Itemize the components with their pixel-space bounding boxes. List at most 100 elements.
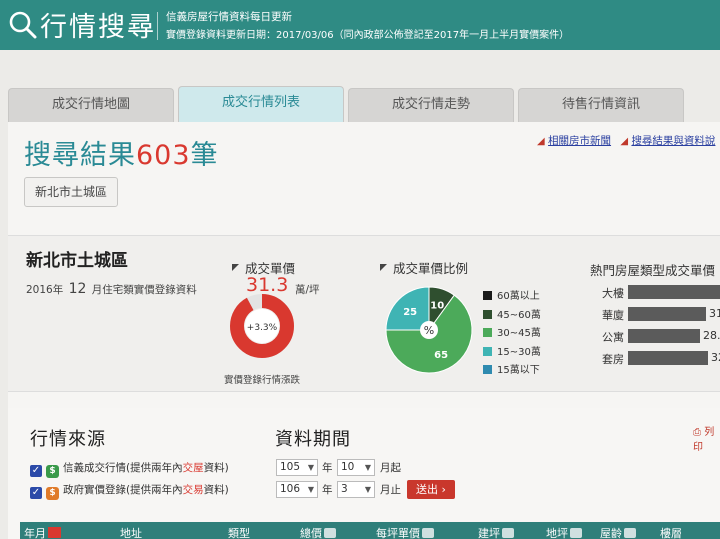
legend-label: 45~60萬 [497,309,541,321]
year-label: 年 [322,462,333,474]
bar-category-label: 華廈 [602,309,624,322]
sort-icon[interactable] [570,528,582,538]
bar-row: 公寓 28.9 [596,327,720,345]
start-year-value: 105 [280,461,301,473]
sort-icon[interactable] [324,528,336,538]
start-year-select[interactable]: 105 ▼ [276,459,318,476]
start-suffix: 月起 [380,462,401,474]
th-type: 類型 [228,527,250,539]
chevron-right-icon: › [441,483,446,496]
dollar-icon: $ [46,487,59,500]
tab-map[interactable]: 成交行情地圖 [8,88,174,122]
period-suffix: 月住宅類實價登錄資料 [91,284,197,296]
tab-for-sale[interactable]: 待售行情資訊 [518,88,684,122]
ratio-label: 成交單價比例 [380,258,468,277]
bar-value-label: 31 [709,307,720,320]
source-gov-highlight: 交易 [182,484,204,496]
pin-icon: ◢ [620,136,629,147]
submit-button[interactable]: 送出 › [407,480,455,499]
source-sinyi[interactable]: ✓ $ 信義成交行情(提供兩年內交屋資料) [30,460,229,478]
start-month-select[interactable]: 10 ▼ [337,459,375,476]
hot-types-title: 熱門房屋類型成交單價 [590,263,716,278]
region-period: 2016年 12 月住宅類實價登錄資料 [26,281,197,297]
dollar-icon: $ [46,465,59,478]
search-icon[interactable] [8,10,38,40]
sort-icon[interactable] [624,528,636,538]
region-title: 新北市土城區 [26,251,128,271]
legend-swatch [483,291,492,300]
pie-legend: 60萬以上 45~60萬 30~45萬 15~30萬 15萬以下 [483,287,541,380]
checkbox-checked-icon[interactable]: ✓ [30,465,42,477]
pie-slice-label: 25 [403,307,417,318]
bar [628,307,706,321]
triangle-icon [232,264,239,271]
source-sinyi-highlight: 交屋 [182,462,204,474]
price-unit: 萬/坪 [295,284,320,296]
th-unit-price-label: 每坪單價 [376,527,420,539]
sort-icon[interactable] [422,528,434,538]
news-link[interactable]: 相關房市新聞 [548,135,611,147]
bar [628,351,708,365]
ratio-label-text: 成交單價比例 [393,261,469,276]
region-filter-chip[interactable]: 新北市土城區 [24,177,118,207]
period-title: 資料期間 [275,429,351,450]
legend-label: 15萬以下 [497,365,540,376]
th-building-area[interactable]: 建坪 [478,525,514,539]
checkbox-checked-icon[interactable]: ✓ [30,487,42,499]
chevron-down-icon: ▼ [364,463,371,472]
th-month[interactable]: 年月 [24,525,61,539]
pin-icon: ◢ [537,136,545,147]
end-month-select[interactable]: 3 ▼ [337,481,375,498]
bar-category-label: 套房 [602,353,624,366]
th-total[interactable]: 總價 [300,525,336,539]
sort-icon[interactable] [502,528,514,538]
start-month-value: 10 [341,461,355,473]
tab-list[interactable]: 成交行情列表 [178,86,344,122]
legend-label: 30~45萬 [497,328,541,339]
result-count: 603 [136,140,191,171]
th-age-label: 屋齡 [600,527,622,539]
price-change-donut: +3.3% [230,294,294,358]
update-date-note: 實價登錄資料更新日期：2017/03/06（同內政部公佈登記至2017年一月上半… [166,30,570,41]
th-building-area-label: 建坪 [478,527,500,539]
bar-value-label: 32 [711,351,720,364]
tab-trend[interactable]: 成交行情走勢 [348,88,514,122]
source-gov[interactable]: ✓ $ 政府實價登錄(提供兩年內交易資料) [30,482,229,500]
update-note: 信義房屋行情資料每日更新 [166,11,292,23]
source-gov-label: 政府實價登錄(提供兩年內 [63,484,183,496]
end-month-value: 3 [341,483,348,495]
sort-desc-icon[interactable] [48,527,61,538]
print-link[interactable]: ⎙ 列印 [693,423,720,453]
result-heading: 搜尋結果603筆 [24,133,219,172]
legend-item: 15萬以下 [483,361,541,380]
pie-slice-label: 10 [430,301,444,312]
submit-label: 送出 [416,483,439,496]
th-land-area-label: 地坪 [546,527,568,539]
page-title: 行情搜尋 [40,12,156,43]
th-land-area[interactable]: 地坪 [546,525,582,539]
th-floor: 樓層 [660,527,682,539]
legend-label: 15~30萬 [497,346,541,358]
legend-item: 45~60萬 [483,306,541,325]
chevron-down-icon: ▼ [307,485,314,494]
source-sinyi-suffix: 資料) [203,462,229,474]
legend-swatch [483,346,492,356]
change-caption: 實價登錄行情漲跌 [224,375,301,386]
legend-item: 60萬以上 [483,287,541,306]
th-address: 地址 [120,527,142,539]
source-gov-suffix: 資料) [203,484,229,496]
related-links: ◢ 相關房市新聞 ◢ 搜尋結果與資料說 [537,133,720,148]
end-year-select[interactable]: 106 ▼ [276,481,318,498]
bar-category-label: 大樓 [602,287,624,300]
legend-swatch [483,328,492,337]
legend-swatch [483,309,492,319]
th-age[interactable]: 屋齡 [600,525,636,539]
app-header: 行情搜尋 信義房屋行情資料每日更新 實價登錄資料更新日期：2017/03/06（… [0,0,720,50]
explain-link[interactable]: 搜尋結果與資料說 [631,135,715,147]
th-unit-price[interactable]: 每坪單價 [376,525,434,539]
triangle-icon [380,264,387,271]
bar-row: 華廈 31 [596,305,720,323]
tab-bar: 成交行情地圖 成交行情列表 成交行情走勢 待售行情資訊 [8,86,720,122]
end-year-value: 106 [280,483,301,495]
bar [628,329,700,343]
